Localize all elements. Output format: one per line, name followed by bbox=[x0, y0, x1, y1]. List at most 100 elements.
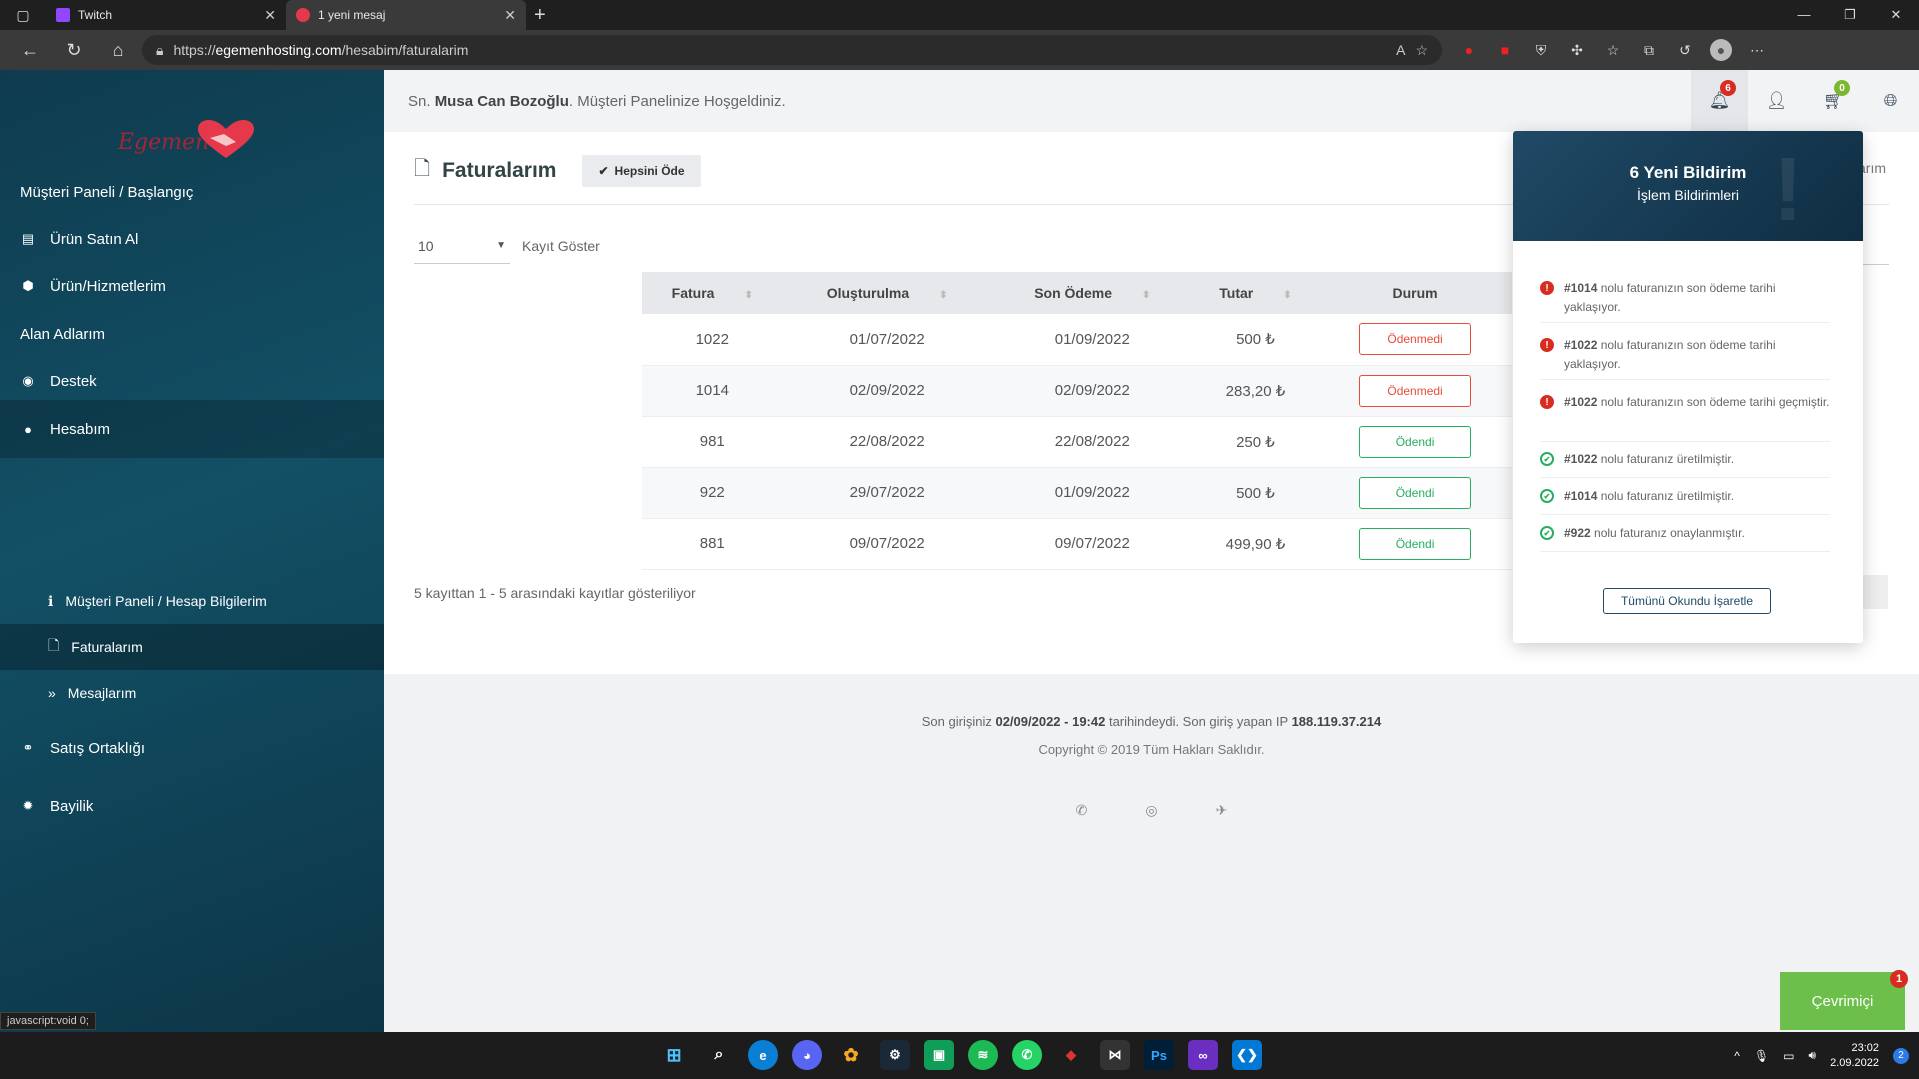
close-window-icon[interactable]: ✕ bbox=[1873, 7, 1919, 23]
favorite-add-icon[interactable]: ☆ bbox=[1415, 42, 1428, 59]
profile-avatar-icon[interactable]: ● bbox=[1710, 39, 1732, 61]
column-header-amount[interactable]: Tutar ⬍ bbox=[1192, 272, 1319, 314]
browser-status-text: javascript:void 0; bbox=[0, 1012, 96, 1030]
chat-unread-badge: 1 bbox=[1890, 970, 1908, 988]
due-date: 22/08/2022 bbox=[991, 416, 1193, 468]
table-row[interactable]: 1014 02/09/2022 02/09/2022 283,20 ₺ Öden… bbox=[642, 365, 1512, 417]
home-icon[interactable]: ⌂ bbox=[98, 35, 138, 65]
notification-item[interactable]: ! #1022 nolu faturanızın son ödeme tarih… bbox=[1540, 336, 1830, 374]
notification-item[interactable]: ✔ #922 nolu faturanız onaylanmıştır. bbox=[1540, 524, 1830, 543]
close-tab-icon[interactable]: ✕ bbox=[264, 7, 276, 24]
double-chevron-icon: » bbox=[48, 685, 56, 701]
chevron-up-icon[interactable]: ^ bbox=[1734, 1049, 1740, 1063]
column-header-status[interactable]: Durum bbox=[1318, 272, 1512, 314]
android-icon[interactable]: ▣ bbox=[924, 1040, 954, 1070]
collections-icon[interactable]: ⧉ bbox=[1638, 39, 1660, 61]
visual-studio-icon[interactable]: ∞ bbox=[1188, 1040, 1218, 1070]
table-row[interactable]: 1022 01/07/2022 01/09/2022 500 ₺ Ödenmed… bbox=[642, 314, 1512, 366]
capcut-icon[interactable]: ⋈ bbox=[1100, 1040, 1130, 1070]
sidebar-item-reseller[interactable]: ✹ Bayilik bbox=[0, 777, 384, 835]
account-button[interactable]: 👤︎ bbox=[1748, 70, 1805, 132]
whatsapp-icon[interactable]: ✆ bbox=[1076, 802, 1088, 819]
notifications-dropdown: ! 6 Yeni Bildirim İşlem Bildirimleri ! #… bbox=[1513, 131, 1863, 643]
copyright: Copyright © 2019 Tüm Hakları Saklıdır. bbox=[1038, 742, 1265, 757]
vscode-icon[interactable]: ❮❯ bbox=[1232, 1040, 1262, 1070]
cart-button[interactable]: 🛒︎ 0 bbox=[1805, 70, 1862, 132]
page-size-select[interactable]: 10 ▼ bbox=[414, 228, 510, 264]
extension-red-icon[interactable]: ● bbox=[1458, 39, 1480, 61]
created-date: 09/07/2022 bbox=[782, 518, 992, 570]
refresh-icon[interactable]: ↻ bbox=[54, 35, 94, 65]
mark-all-read-button[interactable]: Tümünü Okundu İşaretle bbox=[1603, 588, 1771, 614]
search-icon[interactable]: ⌕ bbox=[704, 1040, 734, 1070]
status-badge[interactable]: Ödenmedi bbox=[1359, 374, 1472, 407]
clock[interactable]: 23:02 2.09.2022 bbox=[1830, 1041, 1879, 1071]
whatsapp-app-icon[interactable]: ✆ bbox=[1012, 1040, 1042, 1070]
sidebar-subitem-label: Müşteri Paneli / Hesap Bilgilerim bbox=[65, 593, 267, 609]
notification-item[interactable]: ✔ #1022 nolu faturanız üretilmiştir. bbox=[1540, 450, 1830, 469]
spotify-icon[interactable]: ≋ bbox=[968, 1040, 998, 1070]
status-badge[interactable]: Ödenmedi bbox=[1359, 323, 1472, 356]
sidebar-item-account[interactable]: ● Hesabım bbox=[0, 400, 384, 458]
discord-icon[interactable]: ◕ bbox=[792, 1040, 822, 1070]
sort-icon: ⬍ bbox=[1141, 290, 1151, 301]
tab-active-messages[interactable]: 1 yeni mesaj ✕ bbox=[286, 0, 526, 30]
sidebar-subitem-account-info[interactable]: ℹ Müşteri Paneli / Hesap Bilgilerim bbox=[0, 578, 384, 624]
notifications-title: 6 Yeni Bildirim bbox=[1629, 163, 1747, 182]
game-app-icon[interactable]: ◆ bbox=[1056, 1040, 1086, 1070]
back-icon[interactable]: ← bbox=[10, 35, 50, 65]
favorites-icon[interactable]: ☆ bbox=[1602, 39, 1624, 61]
more-menu-icon[interactable]: ⋯ bbox=[1746, 39, 1768, 61]
extension-pdf-icon[interactable]: ■ bbox=[1494, 39, 1516, 61]
sidebar-subitem-messages[interactable]: » Mesajlarım bbox=[0, 670, 384, 716]
table-row[interactable]: 881 09/07/2022 09/07/2022 499,90 ₺ Ödend… bbox=[642, 518, 1512, 570]
notification-item[interactable]: ✔ #1014 nolu faturanız üretilmiştir. bbox=[1540, 487, 1830, 506]
notification-item[interactable]: ! #1014 nolu faturanızın son ödeme tarih… bbox=[1540, 279, 1830, 317]
handshake-heart-logo-icon bbox=[198, 120, 254, 158]
column-header-due[interactable]: Son Ödeme ⬍ bbox=[991, 272, 1193, 314]
sidebar-item-affiliate[interactable]: ⚭ Satış Ortaklığı bbox=[0, 719, 384, 777]
table-row[interactable]: 922 29/07/2022 01/09/2022 500 ₺ Ödendi bbox=[642, 467, 1512, 519]
status-badge[interactable]: Ödendi bbox=[1359, 425, 1472, 458]
restore-icon[interactable]: ❐ bbox=[1827, 7, 1873, 23]
instagram-icon[interactable]: ◎ bbox=[1145, 802, 1157, 819]
history-icon[interactable]: ↺ bbox=[1674, 39, 1696, 61]
tab-twitch[interactable]: Twitch ✕ bbox=[46, 0, 286, 30]
paint-icon[interactable]: ✿ bbox=[836, 1040, 866, 1070]
microphone-icon[interactable]: 🎙︎ bbox=[1754, 1049, 1769, 1063]
shield-icon[interactable]: ⛨ bbox=[1530, 39, 1552, 61]
notification-item[interactable]: ! #1022 nolu faturanızın son ödeme tarih… bbox=[1540, 393, 1830, 412]
twitter-icon[interactable]: ✈︎ bbox=[1216, 802, 1228, 819]
language-button[interactable]: 🌐︎ bbox=[1862, 70, 1919, 132]
read-aloud-icon[interactable]: A bbox=[1396, 42, 1405, 58]
close-tab-icon[interactable]: ✕ bbox=[504, 7, 516, 24]
volume-icon[interactable]: 🔊︎ bbox=[1809, 1048, 1817, 1063]
photoshop-icon[interactable]: Ps bbox=[1144, 1040, 1174, 1070]
table-row[interactable]: 981 22/08/2022 22/08/2022 250 ₺ Ödendi bbox=[642, 416, 1512, 468]
notification-center-badge[interactable]: 2 bbox=[1893, 1047, 1909, 1064]
sort-icon: ⬍ bbox=[744, 290, 753, 301]
start-icon[interactable]: ⊞ bbox=[659, 1040, 689, 1070]
logo[interactable]: Egemen bbox=[118, 120, 268, 164]
new-tab-icon[interactable]: + bbox=[534, 4, 546, 27]
network-icon[interactable]: ▭ bbox=[1783, 1049, 1794, 1063]
due-date: 09/07/2022 bbox=[991, 518, 1193, 570]
live-chat-button[interactable]: Çevrimiçi bbox=[1780, 972, 1905, 1030]
url-input[interactable]: 🔒︎ https://egemenhosting.com/hesabim/fat… bbox=[142, 35, 1442, 65]
status-badge[interactable]: Ödendi bbox=[1359, 476, 1472, 509]
twitch-favicon-icon bbox=[56, 8, 70, 22]
sidebar-item-label: Alan Adlarım bbox=[20, 325, 106, 343]
steam-icon[interactable]: ⚙ bbox=[880, 1040, 910, 1070]
sidebar-subitem-invoices[interactable]: 🗋︎ Faturalarım bbox=[0, 624, 384, 670]
column-header-created[interactable]: Oluşturulma ⬍ bbox=[782, 272, 992, 314]
column-header-invoice[interactable]: Fatura ⬍ bbox=[642, 272, 783, 314]
pay-all-button[interactable]: ✔ Hepsini Öde bbox=[582, 155, 701, 187]
notifications-button[interactable]: 🔔︎ 6 bbox=[1691, 70, 1748, 132]
tab-actions-icon[interactable]: ▢ bbox=[0, 0, 46, 30]
user-icon: ● bbox=[24, 421, 32, 437]
minimize-icon[interactable]: — bbox=[1781, 7, 1827, 23]
status-badge[interactable]: Ödendi bbox=[1359, 527, 1472, 560]
top-bar: Sn. Musa Can Bozoğlu. Müşteri Panelinize… bbox=[384, 70, 1919, 132]
edge-icon[interactable]: e bbox=[748, 1040, 778, 1070]
puzzle-icon[interactable]: ✣ bbox=[1566, 39, 1588, 61]
